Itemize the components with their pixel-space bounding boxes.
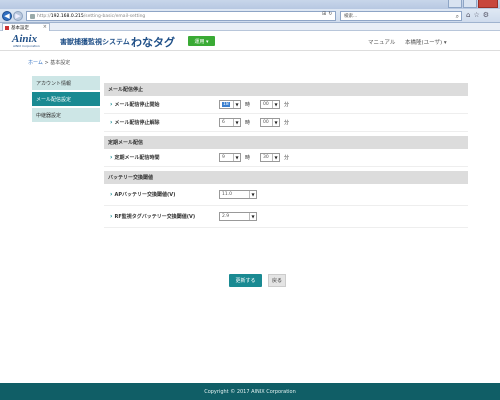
url-path: /setting-basic/email-setting (83, 13, 146, 19)
row-ap-battery: APバッテリー交換閾値(V) 11.0 ▼ (104, 184, 468, 206)
sidebar-item-account[interactable]: アカウント情報 (32, 76, 100, 90)
url-host: 192.168.0.215 (50, 13, 84, 19)
ap-battery-label: APバッテリー交換閾値(V) (110, 191, 175, 198)
row-mail-stop-end: メール配信停止解除 6 ▼ 時 00 ▼ 分 (104, 114, 468, 132)
row-mail-stop-start: メール配信停止開始 18 ▼ 時 00 ▼ 分 (104, 96, 468, 114)
brand-name: わなタグ (131, 36, 175, 49)
mail-stop-end-label: メール配信停止解除 (110, 119, 159, 126)
page-icon (30, 13, 35, 19)
row-rf-battery: RF監視タグバッテリー交換閾値(V) 2.9 ▼ (104, 206, 468, 228)
chevron-down-icon: ▼ (249, 213, 256, 220)
address-bar[interactable]: http:// 192.168.0.215 /setting-basic/ema… (26, 11, 336, 21)
minute-unit: 分 (284, 120, 290, 126)
operate-menu-button[interactable]: 運用 ▾ (188, 36, 215, 46)
selected-value: 6 (222, 120, 225, 125)
back-button[interactable]: 戻る (268, 274, 286, 287)
browser-toolbar-icons: ⌂ ☆ ⚙ (466, 11, 489, 19)
breadcrumb-current: 基本設定 (50, 60, 71, 66)
section-battery-threshold: バッテリー交換閾値 (104, 171, 468, 184)
browser-search-input[interactable]: 検索... ⌕ (340, 11, 462, 21)
home-icon[interactable]: ⌂ (466, 11, 470, 19)
settings-form: メール配信停止 メール配信停止開始 18 ▼ 時 00 ▼ 分 メール配信停止解… (104, 83, 468, 228)
refresh-icon[interactable]: ↻ (328, 11, 332, 17)
chevron-down-icon: ▼ (272, 101, 279, 108)
chevron-down-icon: ▼ (233, 119, 240, 126)
section-periodic-mail: 定期メール配信 (104, 136, 468, 149)
breadcrumb-home[interactable]: ホーム (28, 60, 43, 66)
back-arrow-icon[interactable]: ◀ (2, 11, 12, 21)
user-menu[interactable]: 本橋隆(ユーザ) ▾ (405, 38, 447, 46)
breadcrumb: ホーム > 基本設定 (28, 59, 70, 66)
search-placeholder: 検索... (344, 14, 358, 19)
tab-title: 基本設定 (11, 25, 29, 31)
selected-value: 2.9 (222, 214, 230, 219)
minute-unit: 分 (284, 155, 290, 161)
minute-unit: 分 (284, 102, 290, 108)
hour-unit: 時 (245, 102, 251, 108)
manual-link[interactable]: マニュアル (368, 38, 395, 46)
chevron-down-icon: ▼ (249, 191, 256, 198)
star-icon[interactable]: ☆ (473, 11, 479, 19)
tab-bar: 基本設定 × (0, 23, 500, 31)
chevron-down-icon: ▼ (272, 154, 279, 161)
section-mail-stop: メール配信停止 (104, 83, 468, 96)
selected-value: 9 (222, 155, 225, 160)
hour-unit: 時 (245, 155, 251, 161)
periodic-min-select[interactable]: 30 ▼ (260, 153, 280, 162)
logo-subtitle: AINIX Corporation (13, 44, 40, 48)
update-button[interactable]: 更新する (229, 274, 262, 287)
selected-value: 30 (263, 155, 269, 160)
selected-value: 00 (263, 102, 269, 107)
forward-arrow-icon[interactable]: ▶ (13, 11, 23, 21)
mail-stop-end-min-select[interactable]: 00 ▼ (260, 118, 280, 127)
mail-stop-end-hour-select[interactable]: 6 ▼ (219, 118, 241, 127)
footer: Copyright © 2017 AINIX Corporation (0, 383, 500, 400)
mail-stop-start-label: メール配信停止開始 (110, 101, 159, 108)
chevron-down-icon: ▼ (233, 101, 240, 108)
copyright-text: Copyright © 2017 AINIX Corporation (204, 388, 296, 395)
selected-value: 18 (222, 102, 230, 107)
selected-value: 11.0 (222, 192, 233, 197)
window-titlebar (0, 0, 500, 9)
system-name: 害獣捕獲監視システム (60, 38, 130, 46)
minimize-icon[interactable] (448, 0, 462, 8)
address-tools: ⊞ ↻ (322, 11, 332, 17)
mail-stop-start-min-select[interactable]: 00 ▼ (260, 100, 280, 109)
periodic-time-label: 定期メール配信時間 (110, 154, 159, 161)
mail-stop-start-hour-select[interactable]: 18 ▼ (219, 100, 241, 109)
periodic-hour-select[interactable]: 9 ▼ (219, 153, 241, 162)
favicon-icon (5, 25, 9, 30)
close-window-icon[interactable] (478, 0, 498, 8)
gear-icon[interactable]: ⚙ (483, 11, 489, 19)
rf-battery-select[interactable]: 2.9 ▼ (219, 212, 257, 221)
chevron-down-icon: ▼ (233, 154, 240, 161)
window-controls (448, 0, 498, 9)
form-actions: 更新する 戻る (229, 274, 286, 287)
search-icon[interactable]: ⌕ (456, 13, 459, 21)
app-header: Ainix AINIX Corporation 害獣捕獲監視システム わなタグ … (0, 31, 500, 51)
ainix-logo[interactable]: Ainix (12, 34, 37, 45)
browser-navbar: ◀ ▶ http:// 192.168.0.215 /setting-basic… (0, 9, 500, 23)
row-periodic-time: 定期メール配信時間 9 ▼ 時 30 ▼ 分 (104, 149, 468, 167)
tab-close-icon[interactable]: × (43, 24, 47, 30)
hour-unit: 時 (245, 120, 251, 126)
sidebar-item-relay-settings[interactable]: 中継器設定 (32, 108, 100, 122)
maximize-icon[interactable] (463, 0, 477, 8)
page: Ainix AINIX Corporation 害獣捕獲監視システム わなタグ … (0, 31, 500, 400)
settings-sidebar: アカウント情報 メール配信設定 中継器設定 (32, 76, 100, 124)
compat-view-icon[interactable]: ⊞ (322, 11, 326, 17)
sidebar-item-mail-settings[interactable]: メール配信設定 (32, 92, 100, 106)
ap-battery-select[interactable]: 11.0 ▼ (219, 190, 257, 199)
rf-battery-label: RF監視タグバッテリー交換閾値(V) (110, 213, 195, 220)
url-protocol: http:// (37, 13, 51, 19)
selected-value: 00 (263, 120, 269, 125)
chevron-down-icon: ▼ (272, 119, 279, 126)
tab-basic-settings[interactable]: 基本設定 × (2, 23, 50, 31)
